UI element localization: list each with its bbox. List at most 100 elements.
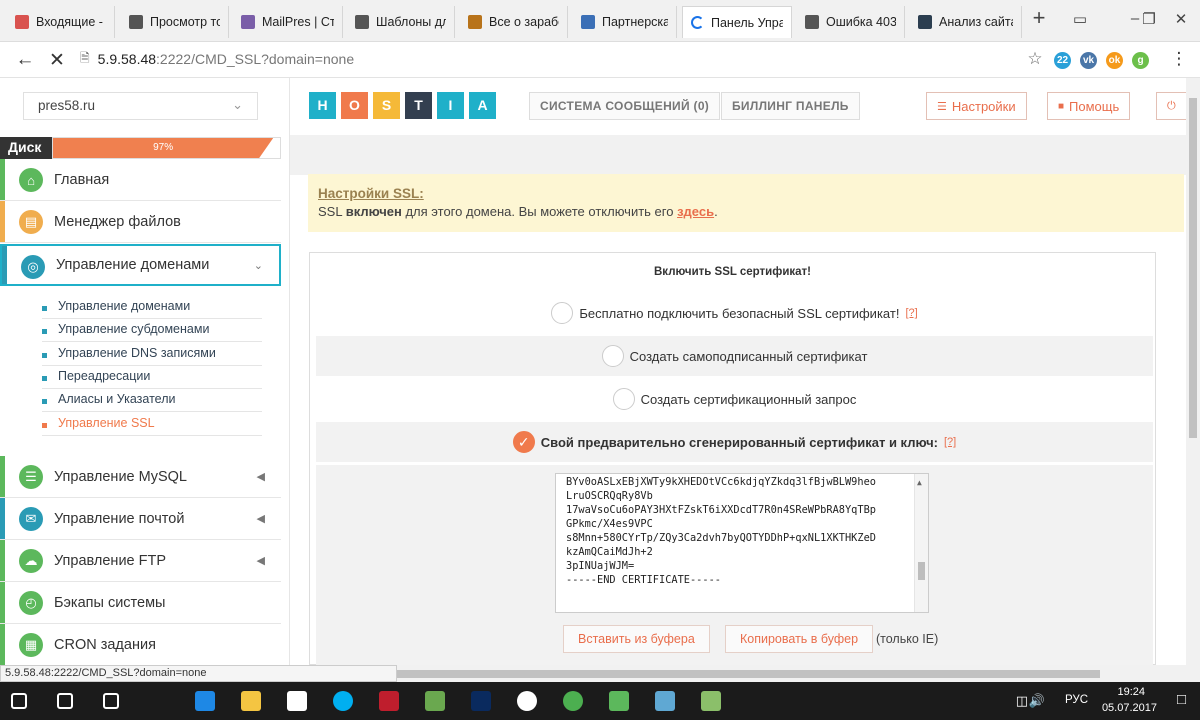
ssl-option[interactable]: Создать сертификационный запрос	[316, 379, 1153, 419]
radio-button[interactable]	[601, 345, 624, 367]
sidebar-menu-item[interactable]: ⌂ Главная	[0, 159, 281, 201]
scroll-up-icon[interactable]: ▲	[917, 476, 922, 490]
domain-select[interactable]: pres58.ru ⌄	[23, 92, 258, 120]
notifications-icon[interactable]: □	[1177, 691, 1186, 708]
sidebar-menu-item[interactable]: ☁ Управление FTP ◀	[0, 540, 281, 582]
browser-tab[interactable]: Входящие - Почта	[7, 6, 115, 38]
content-header-band	[290, 135, 1186, 175]
home-icon: ⌂	[19, 168, 43, 192]
radio-button[interactable]	[551, 302, 574, 324]
back-arrow-icon[interactable]: ←	[14, 49, 36, 71]
certificate-textarea[interactable]: BYv0oASLxEBjXWTy9kXHEDOtVCc6kdjqYZkdq3lf…	[555, 473, 929, 613]
radio-button[interactable]	[612, 388, 635, 410]
url-field[interactable]: 🗎 5.9.58.48:2222/CMD_SSL?domain=none	[76, 46, 1051, 72]
billing-button[interactable]: БИЛЛИНГ ПАНЕЛЬ	[721, 92, 860, 120]
volume-icon[interactable]: 🔊	[1029, 693, 1045, 709]
chrome-icon[interactable]	[563, 691, 583, 711]
address-bar-row: ← ✕ 🗎 5.9.58.48:2222/CMD_SSL?domain=none…	[0, 42, 1200, 78]
edge-icon[interactable]	[195, 691, 215, 711]
browser-extension-icon[interactable]: 22	[1054, 52, 1071, 69]
bullet-icon	[42, 329, 47, 335]
help-link[interactable]: [?]	[944, 436, 956, 448]
ssl-option-label: Создать сертификационный запрос	[640, 391, 857, 407]
sidebar-menu-item[interactable]: ◎ Управление доменами ⌄	[0, 244, 281, 286]
textarea-scrollbar[interactable]: ▲	[914, 474, 928, 612]
page-scrollbar[interactable]	[1186, 78, 1200, 665]
copy-to-clipboard-button[interactable]: Копировать в буфер	[725, 625, 874, 653]
notes-icon[interactable]	[655, 691, 675, 711]
photoshop-icon[interactable]	[471, 691, 491, 711]
submenu-label: Алиасы и Указатели	[58, 392, 176, 407]
sidebar-menu-label: Бэкапы системы	[54, 594, 166, 611]
search-icon[interactable]	[57, 693, 73, 709]
ssl-heading: Включить SSL сертификат!	[654, 266, 811, 278]
browser-tab[interactable]: MailPres | Стат	[233, 6, 343, 38]
new-tab-button[interactable]: +	[1028, 5, 1050, 31]
main-content: HOSTIA СИСТЕМА СООБЩЕНИЙ (0) БИЛЛИНГ ПАН…	[290, 78, 1196, 665]
restore-window-icon[interactable]: ❐	[1138, 10, 1160, 28]
close-window-icon[interactable]: ✕	[1170, 10, 1192, 28]
submenu-item[interactable]: Управление DNS записями	[42, 343, 262, 366]
tool-icon[interactable]	[701, 691, 721, 711]
disk-label: Диск	[0, 137, 52, 159]
ssl-option[interactable]: Бесплатно подключить безопасный SSL серт…	[316, 293, 1153, 333]
file-explorer-icon[interactable]	[241, 691, 261, 711]
skype-icon[interactable]	[333, 691, 353, 711]
browser-menu-icon[interactable]: ⋮	[1168, 49, 1190, 69]
browser-tab[interactable]: Шаблоны для	[347, 6, 455, 38]
page-info-icon[interactable]: 🗎	[80, 49, 90, 70]
browser-extension-icon[interactable]: g	[1132, 52, 1149, 69]
page-scroll-thumb[interactable]	[1189, 98, 1197, 438]
tab-label: Панель Управ	[711, 15, 783, 30]
yandex-browser-icon[interactable]	[517, 691, 537, 711]
sidebar-menu-item[interactable]: ▦ CRON задания	[0, 624, 281, 666]
disable-ssl-link[interactable]: здесь	[677, 204, 714, 219]
help-button[interactable]: ■ Помощь	[1047, 92, 1131, 120]
horizontal-scroll-thumb[interactable]	[310, 670, 1100, 678]
browser-extension-icon[interactable]: ok	[1106, 52, 1123, 69]
radio-checked-icon[interactable]: ✓	[512, 431, 535, 453]
filezilla-icon[interactable]	[379, 691, 399, 711]
textarea-scroll-thumb[interactable]	[918, 562, 925, 580]
notepad-icon[interactable]	[425, 691, 445, 711]
browser-tab[interactable]: Просмотр тов	[121, 6, 229, 38]
browser-tab[interactable]: Панель Управ	[682, 6, 792, 38]
notice-prefix: SSL	[318, 204, 346, 219]
submenu-item[interactable]: Управление субдоменами	[42, 319, 262, 343]
settings-button[interactable]: ☰ Настройки	[926, 92, 1027, 120]
browser-tab[interactable]: Все о заработ	[460, 6, 568, 38]
messages-button[interactable]: СИСТЕМА СООБЩЕНИЙ (0)	[529, 92, 721, 120]
ssl-option[interactable]: Создать самоподписанный сертификат	[316, 336, 1153, 376]
ssl-option-label: Бесплатно подключить безопасный SSL серт…	[579, 305, 900, 321]
sidebar-menu-item[interactable]: ☰ Управление MySQL ◀	[0, 456, 281, 498]
help-icon: ■	[1058, 100, 1065, 112]
sidebar-menu-item[interactable]: ▤ Менеджер файлов	[0, 201, 281, 243]
ssl-option[interactable]: ✓ Свой предварительно сгенерированный сер…	[316, 422, 1153, 462]
stop-loading-icon[interactable]: ✕	[46, 49, 68, 72]
tab-search-icon[interactable]: ▭	[1069, 10, 1091, 28]
sidebar-menu-item[interactable]: ✉ Управление почтой ◀	[0, 498, 281, 540]
browser-extension-icon[interactable]: vk	[1080, 52, 1097, 69]
submenu-item[interactable]: Управление SSL	[42, 413, 262, 436]
paste-from-clipboard-button[interactable]: Вставить из буфера	[563, 625, 710, 653]
horizontal-scrollbar[interactable]	[290, 665, 1200, 682]
submenu-item[interactable]: Переадресации	[42, 366, 262, 389]
submenu-item[interactable]: Алиасы и Указатели	[42, 389, 262, 413]
sidebar-menu-item[interactable]: ◴ Бэкапы системы	[0, 582, 281, 624]
store-icon[interactable]	[287, 691, 307, 711]
start-button-icon[interactable]	[11, 693, 27, 709]
loading-spinner-icon	[691, 16, 704, 29]
submenu-item[interactable]: Управление доменами	[42, 296, 262, 319]
task-view-icon[interactable]	[103, 693, 119, 709]
network-icon[interactable]: ◫	[1016, 693, 1028, 709]
browser-tab-strip: Входящие - Почта Просмотр тов MailPres | С…	[0, 0, 1200, 42]
help-link[interactable]: [?]	[905, 307, 917, 319]
language-indicator[interactable]: РУС	[1065, 694, 1088, 706]
bookmark-star-icon[interactable]: ☆	[1024, 49, 1046, 69]
browser-tab[interactable]: Партнерская п	[573, 6, 677, 38]
browser-tab[interactable]: Анализ сайта	[910, 6, 1022, 38]
browser-tab[interactable]: Ошибка 403. Д	[797, 6, 905, 38]
hostia-logo[interactable]: HOSTIA	[309, 92, 496, 119]
logo-letter-tile: T	[405, 92, 432, 119]
app-icon[interactable]	[609, 691, 629, 711]
